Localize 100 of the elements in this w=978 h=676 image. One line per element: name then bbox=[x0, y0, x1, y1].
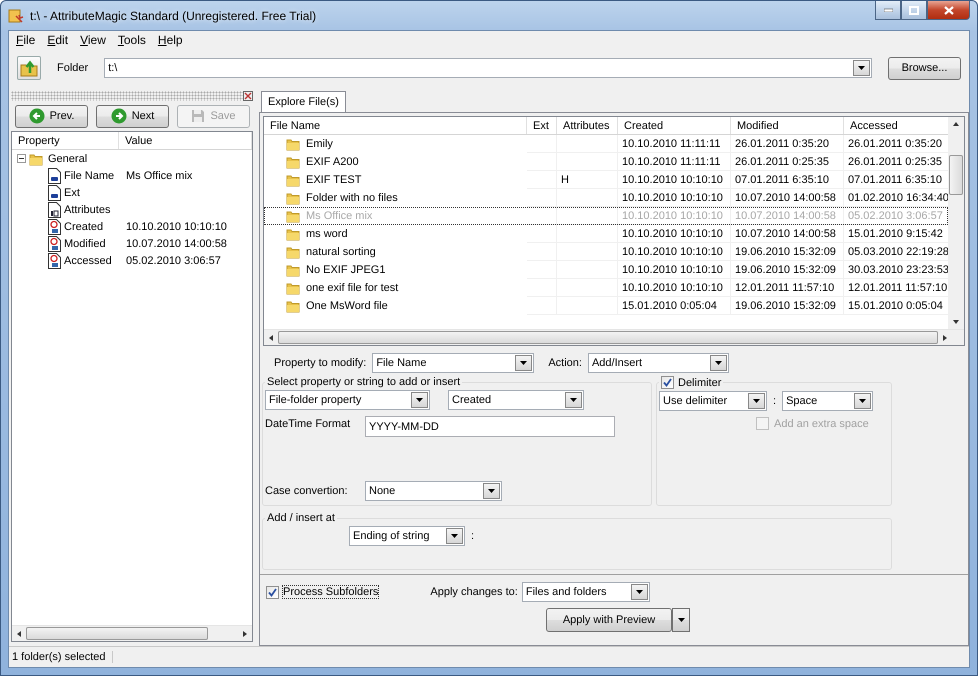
property-select[interactable]: File Name bbox=[372, 353, 534, 373]
property-value: 10.10.2010 10:10:10 bbox=[126, 220, 227, 232]
apply-with-preview-button[interactable]: Apply with Preview bbox=[546, 608, 672, 632]
scroll-right-arrow-icon[interactable] bbox=[243, 630, 247, 636]
property-name[interactable]: Accessed bbox=[64, 254, 121, 266]
dropdown-button[interactable] bbox=[672, 608, 690, 632]
position-select[interactable]: Ending of string bbox=[349, 526, 465, 546]
field-label: Case convertion: bbox=[265, 485, 349, 497]
column-header[interactable]: Attributes bbox=[557, 117, 618, 134]
scroll-thumb[interactable] bbox=[949, 155, 963, 195]
table-cell: 26.01.2011 0:35:20 bbox=[731, 135, 844, 153]
close-panel-icon[interactable] bbox=[243, 91, 253, 101]
column-header[interactable]: File Name bbox=[264, 117, 527, 134]
table-cell bbox=[557, 135, 618, 153]
tab[interactable]: Explore File(s) bbox=[261, 91, 346, 112]
case-select[interactable]: None bbox=[365, 481, 502, 501]
table-cell bbox=[527, 207, 557, 225]
column-header[interactable]: Ext bbox=[527, 117, 557, 134]
dropdown-arrow-icon bbox=[714, 361, 722, 365]
delimiter-mode-select[interactable]: Use delimiter bbox=[659, 391, 767, 411]
date-field-icon bbox=[48, 218, 61, 234]
file-name: ms word bbox=[306, 228, 348, 240]
checkbox-label: Add an extra space bbox=[774, 418, 869, 430]
field-label: Action: bbox=[548, 357, 582, 369]
horizontal-scrollbar[interactable] bbox=[12, 625, 252, 641]
field-label: Property to modify: bbox=[274, 357, 366, 369]
dropdown-arrow-icon bbox=[636, 590, 643, 594]
folder-icon bbox=[286, 263, 300, 277]
folder-icon bbox=[286, 173, 300, 187]
close-icon bbox=[944, 6, 954, 14]
column-header[interactable]: Created bbox=[618, 117, 731, 134]
property-name[interactable]: File Name bbox=[64, 170, 121, 182]
menu-item[interactable]: Tools bbox=[112, 33, 151, 47]
file-name: EXIF TEST bbox=[306, 174, 362, 186]
folder-icon bbox=[286, 281, 300, 295]
property-select[interactable]: Created bbox=[448, 390, 584, 410]
table-cell: H bbox=[557, 171, 618, 189]
separator: : bbox=[471, 530, 474, 542]
horizontal-scrollbar[interactable] bbox=[264, 329, 964, 345]
checkbox[interactable] bbox=[266, 586, 279, 598]
dropdown-arrow-icon bbox=[858, 66, 865, 70]
table-cell: 26.01.2011 0:25:35 bbox=[731, 153, 844, 171]
column-header[interactable]: Modified bbox=[731, 117, 844, 134]
apply-to-select[interactable]: Files and folders bbox=[522, 582, 650, 602]
browse-button[interactable]: Browse... bbox=[888, 56, 961, 80]
property-value: 10.07.2010 14:00:58 bbox=[126, 238, 227, 250]
column-header[interactable]: Property bbox=[12, 132, 119, 149]
scroll-right-arrow-icon[interactable] bbox=[943, 334, 947, 340]
table-cell bbox=[527, 189, 557, 207]
source-select[interactable]: File-folder property bbox=[265, 390, 430, 410]
menu-item[interactable]: File bbox=[11, 33, 40, 47]
table-cell bbox=[557, 189, 618, 207]
folder-up-button[interactable] bbox=[17, 56, 41, 80]
scroll-up-arrow-icon[interactable] bbox=[953, 122, 959, 126]
scroll-thumb[interactable] bbox=[26, 627, 208, 640]
folder-label: Folder bbox=[57, 62, 88, 74]
delimiter-label: Delimiter bbox=[678, 376, 722, 388]
table-cell: 19.06.2010 15:32:09 bbox=[731, 297, 844, 315]
table-cell bbox=[527, 225, 557, 243]
column-header[interactable]: Value bbox=[119, 132, 252, 149]
text-field-icon bbox=[48, 168, 61, 184]
collapse-icon[interactable] bbox=[17, 154, 26, 163]
vertical-scrollbar[interactable] bbox=[948, 117, 964, 329]
delimiter-select[interactable]: Space bbox=[782, 391, 874, 411]
close-button[interactable] bbox=[927, 1, 970, 20]
scroll-down-arrow-icon[interactable] bbox=[953, 320, 959, 324]
maximize-icon bbox=[909, 6, 919, 14]
table-cell: 07.01.2011 6:35:10 bbox=[731, 171, 844, 189]
folder-icon bbox=[286, 155, 300, 169]
property-name[interactable]: Created bbox=[64, 220, 121, 232]
tree-node-label[interactable]: General bbox=[48, 152, 88, 164]
scroll-left-arrow-icon[interactable] bbox=[269, 334, 273, 340]
table-cell: 10.10.2010 10:10:10 bbox=[618, 189, 731, 207]
table-cell bbox=[557, 225, 618, 243]
field-label: DateTime Format bbox=[265, 417, 352, 430]
minimize-icon bbox=[884, 8, 892, 12]
file-name: No EXIF JPEG1 bbox=[306, 264, 386, 276]
menu-item[interactable]: Help bbox=[152, 33, 188, 47]
minimize-button[interactable] bbox=[875, 1, 901, 20]
action-select[interactable]: Add/Insert bbox=[588, 353, 729, 373]
table-cell: 10.10.2010 10:10:10 bbox=[618, 207, 731, 225]
menu-item[interactable]: View bbox=[75, 33, 111, 47]
table-cell: 10.10.2010 10:10:10 bbox=[618, 243, 731, 261]
property-name[interactable]: Ext bbox=[64, 186, 121, 198]
property-name[interactable]: Attributes bbox=[64, 204, 121, 216]
table-cell bbox=[557, 207, 618, 225]
previous-button[interactable]: Prev. bbox=[15, 104, 88, 128]
folder-path-field[interactable]: t:\ bbox=[104, 58, 872, 78]
maximize-button[interactable] bbox=[901, 1, 927, 20]
menu-item[interactable]: Edit bbox=[42, 33, 74, 47]
table-cell: 19.06.2010 15:32:09 bbox=[731, 243, 844, 261]
next-button[interactable]: Next bbox=[96, 104, 169, 128]
scroll-thumb[interactable] bbox=[278, 331, 938, 344]
dropdown-arrow-icon bbox=[753, 399, 760, 403]
datetime-format-field[interactable]: YYYY-MM-DD bbox=[365, 416, 615, 437]
table-cell: 10.10.2010 10:10:10 bbox=[618, 279, 731, 297]
checkbox[interactable] bbox=[661, 376, 674, 389]
property-name[interactable]: Modified bbox=[64, 238, 121, 250]
date-field-icon bbox=[48, 236, 61, 252]
scroll-left-arrow-icon[interactable] bbox=[17, 630, 21, 636]
